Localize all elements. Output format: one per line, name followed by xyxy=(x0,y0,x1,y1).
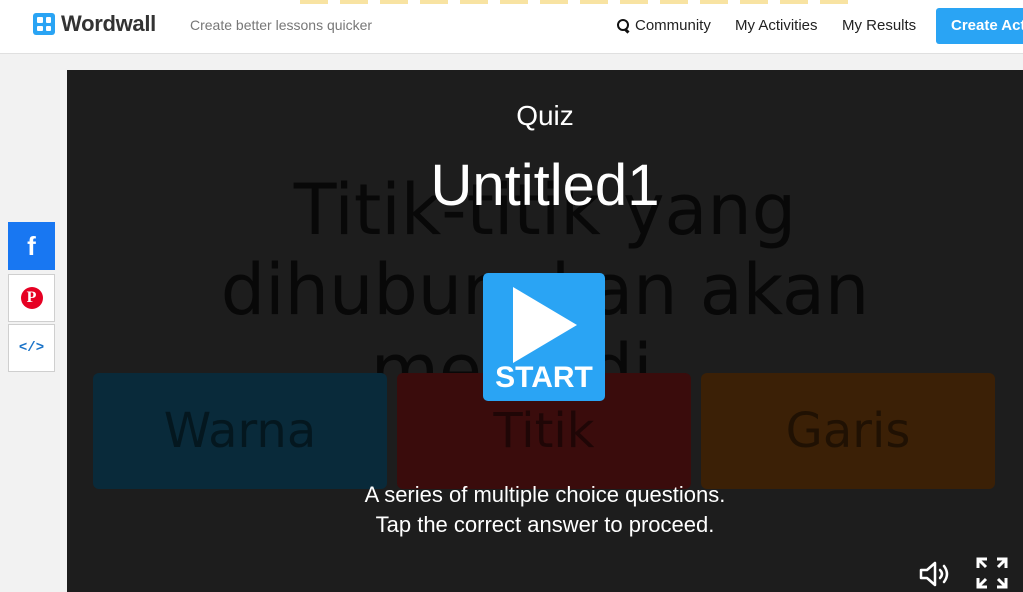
fullscreen-icon[interactable] xyxy=(975,556,1009,590)
share-facebook-button[interactable]: f xyxy=(8,222,55,270)
nav-community-link[interactable]: Community xyxy=(617,17,711,34)
activity-description: A series of multiple choice questions. T… xyxy=(67,480,1023,540)
background-answer-option: Garis xyxy=(701,373,995,489)
background-answer-option: Warna xyxy=(93,373,387,489)
description-line-2: Tap the correct answer to proceed. xyxy=(375,512,715,537)
nav-my-activities-link[interactable]: My Activities xyxy=(735,17,818,34)
activity-type-label: Quiz xyxy=(516,100,574,131)
activity-title: Untitled1 xyxy=(430,153,660,218)
activity-player: Titik-titik yang dihubungkan akan menjad… xyxy=(67,70,1023,592)
play-icon xyxy=(513,287,577,363)
facebook-icon: f xyxy=(27,230,36,261)
tagline: Create better lessons quicker xyxy=(190,17,373,33)
wordwall-logo[interactable]: Wordwall xyxy=(33,11,156,37)
create-activity-button[interactable]: Create Activity xyxy=(936,8,1023,44)
share-pinterest-button[interactable]: P xyxy=(8,274,55,322)
embed-code-button[interactable]: </> xyxy=(8,324,55,372)
top-navigation-bar: Wordwall Create better lessons quicker C… xyxy=(0,0,1023,54)
embed-code-icon: </> xyxy=(18,340,45,356)
start-button-label: START xyxy=(495,361,593,394)
wordwall-logo-icon xyxy=(33,13,55,35)
pinterest-icon: P xyxy=(20,287,43,309)
start-button[interactable]: START xyxy=(483,273,605,401)
sound-icon[interactable] xyxy=(919,560,951,588)
search-icon xyxy=(617,19,630,32)
nav-my-results-link[interactable]: My Results xyxy=(842,17,916,34)
logo-text: Wordwall xyxy=(61,11,156,36)
nav-community-label: Community xyxy=(635,17,711,34)
description-line-1: A series of multiple choice questions. xyxy=(364,482,726,507)
